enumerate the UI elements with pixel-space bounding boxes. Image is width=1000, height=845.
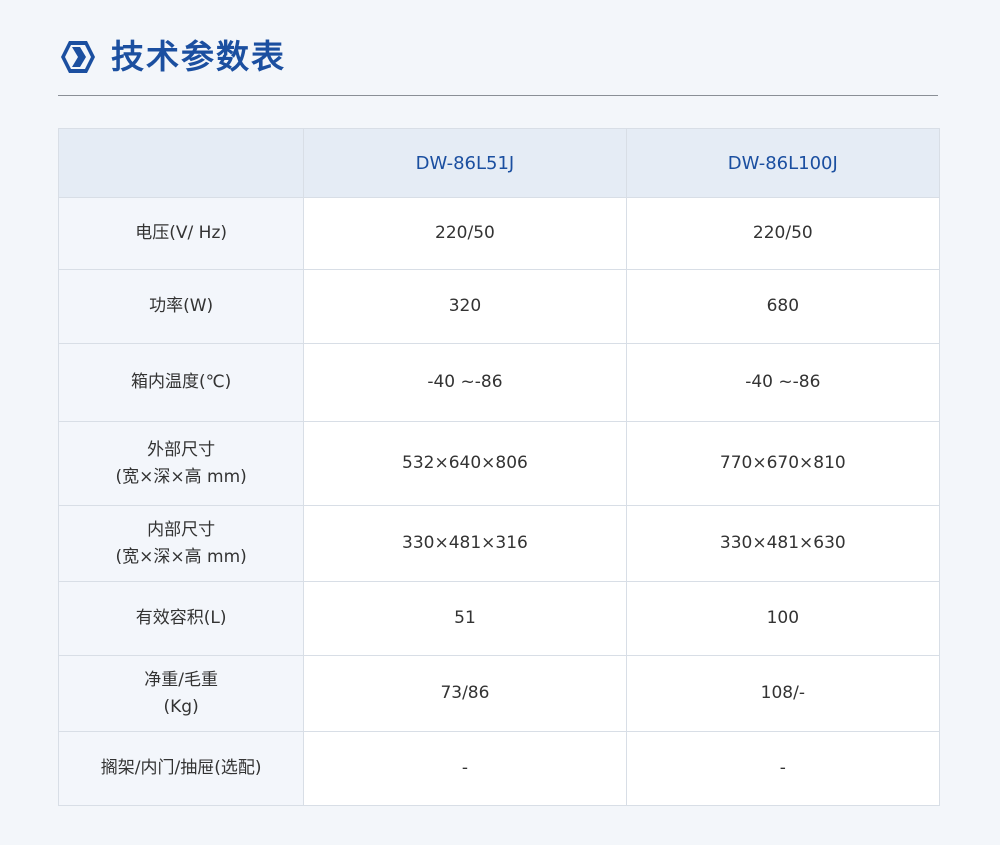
hexagon-chevron-right-icon — [61, 41, 95, 73]
spec-table: DW-86L51J DW-86L100J 电压(V/ Hz) 220/50 22… — [57, 128, 941, 806]
row-label: 外部尺寸 (宽×深×高 mm) — [57, 421, 305, 506]
cell-model-b: -40 ~-86 — [625, 343, 941, 422]
cell-model-a: 320 — [303, 269, 627, 344]
table-header-row: DW-86L51J DW-86L100J — [57, 128, 941, 198]
cell-model-a: -40 ~-86 — [303, 343, 627, 422]
table-row: 外部尺寸 (宽×深×高 mm) 532×640×806 770×670×810 — [57, 421, 941, 506]
row-label: 有效容积(L) — [57, 581, 305, 656]
cell-model-a: 73/86 — [303, 655, 627, 732]
table-row: 净重/毛重 (Kg) 73/86 108/- — [57, 655, 941, 732]
row-label-line: (宽×深×高 mm) — [115, 546, 247, 567]
row-label: 电压(V/ Hz) — [57, 197, 305, 270]
row-label: 功率(W) — [57, 269, 305, 344]
cell-model-a: 330×481×316 — [303, 505, 627, 582]
row-label-line: (Kg) — [163, 696, 199, 717]
table-row: 有效容积(L) 51 100 — [57, 581, 941, 656]
row-label-line: 有效容积(L) — [135, 608, 227, 628]
header-cell-model-b: DW-86L100J — [625, 128, 941, 198]
row-label-line: (宽×深×高 mm) — [115, 466, 247, 487]
cell-model-b: 108/- — [625, 655, 941, 732]
row-label: 净重/毛重 (Kg) — [57, 655, 305, 732]
section-header: 技术参数表 — [58, 34, 938, 96]
row-label: 内部尺寸 (宽×深×高 mm) — [57, 505, 305, 582]
cell-model-b: 680 — [625, 269, 941, 344]
row-label-line: 搁架/内门/抽屉(选配) — [100, 758, 262, 778]
row-label-line: 电压(V/ Hz) — [135, 223, 227, 243]
table-row: 箱内温度(℃) -40 ~-86 -40 ~-86 — [57, 343, 941, 422]
cell-model-b: 220/50 — [625, 197, 941, 270]
page-title: 技术参数表 — [111, 37, 286, 76]
table-row: 功率(W) 320 680 — [57, 269, 941, 344]
table-row: 内部尺寸 (宽×深×高 mm) 330×481×316 330×481×630 — [57, 505, 941, 582]
table-row: 电压(V/ Hz) 220/50 220/50 — [57, 197, 941, 270]
row-label-line: 外部尺寸 — [147, 439, 216, 460]
row-label: 箱内温度(℃) — [57, 343, 305, 422]
row-label-line: 净重/毛重 — [144, 669, 218, 690]
table-row: 搁架/内门/抽屉(选配) - - — [57, 731, 941, 806]
cell-model-a: 51 — [303, 581, 627, 656]
cell-model-b: - — [625, 731, 941, 806]
row-label-line: 内部尺寸 — [147, 519, 216, 540]
cell-model-b: 100 — [625, 581, 941, 656]
cell-model-a: 220/50 — [303, 197, 627, 270]
cell-model-a: - — [303, 731, 627, 806]
row-label-line: 箱内温度(℃) — [130, 372, 232, 392]
header-cell-model-a: DW-86L51J — [303, 128, 627, 198]
header-cell-corner — [57, 128, 305, 198]
cell-model-b: 770×670×810 — [625, 421, 941, 506]
cell-model-a: 532×640×806 — [303, 421, 627, 506]
row-label: 搁架/内门/抽屉(选配) — [57, 731, 305, 806]
row-label-line: 功率(W) — [149, 296, 214, 316]
cell-model-b: 330×481×630 — [625, 505, 941, 582]
